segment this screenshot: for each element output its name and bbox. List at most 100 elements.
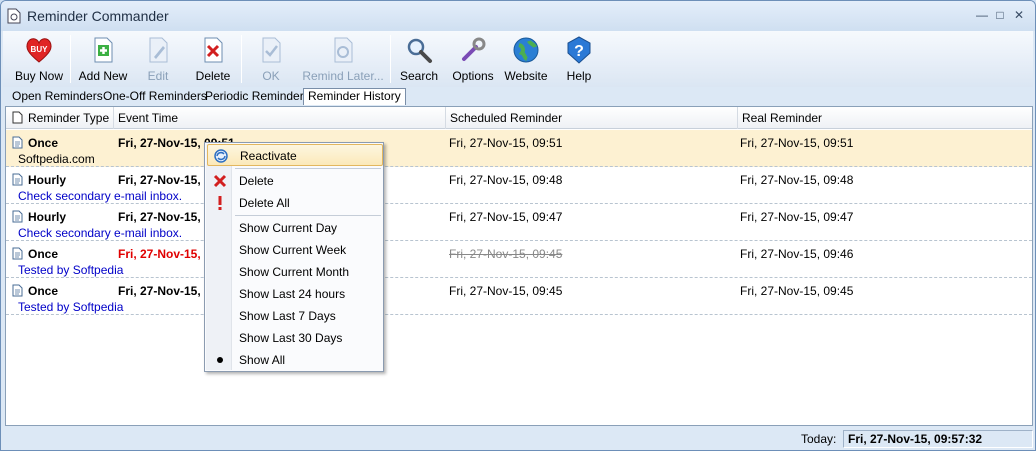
ok-button[interactable]: OK (253, 33, 289, 85)
column-header-scheduled-reminder[interactable]: Scheduled Reminder (446, 107, 738, 129)
table-row[interactable]: Hourly Fri, 27-Nov-15, 09:48 Fri, 27-Nov… (6, 167, 1032, 204)
buy-now-heart-icon: BUY (26, 38, 52, 63)
reminder-description: Check secondary e-mail inbox. (18, 189, 183, 203)
website-button[interactable]: Website (501, 33, 551, 85)
menu-item-show-last-30-days[interactable]: Show Last 30 Days (207, 327, 383, 349)
toolbar-separator (70, 35, 71, 83)
search-label: Search (399, 69, 439, 83)
real-reminder: Fri, 27-Nov-15, 09:51 (740, 136, 854, 150)
menu-item-label: Reactivate (240, 149, 297, 163)
website-label: Website (504, 69, 548, 83)
help-icon: ? (567, 36, 591, 64)
edit-label: Edit (147, 69, 169, 83)
status-bar: Today: Fri, 27-Nov-15, 09:57:32 (3, 429, 1033, 450)
remind-later-button[interactable]: Remind Later... (301, 33, 385, 85)
menu-item-label: Show Current Month (239, 265, 350, 279)
real-reminder: Fri, 27-Nov-15, 09:46 (740, 247, 854, 261)
red-x-icon (213, 174, 227, 188)
menu-item-label: Show Last 7 Days (239, 309, 336, 323)
reminder-doc-icon (12, 210, 23, 223)
tab-periodic-reminders[interactable]: Periodic Reminders (201, 88, 314, 105)
menu-item-label: Show All (239, 353, 286, 367)
column-header-reminder-type[interactable]: Reminder Type (24, 107, 114, 129)
menu-item-delete[interactable]: Delete (207, 170, 383, 192)
tab-open-reminders[interactable]: Open Reminders (8, 88, 107, 105)
column-header-event-time[interactable]: Event Time (114, 107, 446, 129)
reminder-doc-icon (12, 136, 23, 149)
delete-button[interactable]: Delete (191, 33, 235, 85)
reminder-description: Check secondary e-mail inbox. (18, 226, 183, 240)
reminder-description: Softpedia.com (18, 152, 95, 166)
buy-now-button[interactable]: BUY Buy Now (11, 33, 67, 85)
remind-later-label: Remind Later... (302, 69, 384, 83)
minimize-icon[interactable]: — (973, 7, 991, 23)
ok-doc-icon (262, 37, 281, 63)
help-label: Help (566, 69, 592, 83)
menu-item-show-current-day[interactable]: Show Current Day (207, 217, 383, 239)
ok-label: OK (262, 69, 280, 83)
app-doc-icon (7, 8, 21, 24)
table-row[interactable]: Hourly Fri, 27-Nov-15, 09:47 Fri, 27-Nov… (6, 204, 1032, 241)
options-button[interactable]: Options (449, 33, 497, 85)
tab-strip: Open Reminders One-Off Reminders Periodi… (3, 87, 1033, 105)
delete-label: Delete (195, 69, 231, 83)
globe-icon (513, 37, 539, 63)
tab-reminder-history[interactable]: Reminder History (303, 88, 406, 105)
reminder-type: Once (28, 284, 59, 298)
wrench-icon (462, 37, 486, 61)
help-button[interactable]: ? Help (561, 33, 597, 85)
edit-doc-icon (149, 37, 168, 63)
scheduled-reminder: Fri, 27-Nov-15, 09:47 (449, 210, 563, 224)
magnifier-icon (407, 38, 432, 63)
scheduled-reminder: Fri, 27-Nov-15, 09:51 (449, 136, 563, 150)
menu-item-label: Show Current Week (239, 243, 347, 257)
toolbar: BUY Buy Now Add New Edit Delete OK Remin… (3, 31, 1033, 87)
menu-item-show-current-week[interactable]: Show Current Week (207, 239, 383, 261)
menu-item-delete-all[interactable]: Delete All (207, 192, 383, 214)
close-icon[interactable]: ✕ (1010, 7, 1028, 23)
menu-separator (235, 215, 381, 216)
table-row[interactable]: Once Fri, 27-Nov-15, 09:51 Fri, 27-Nov-1… (6, 130, 1032, 167)
reminder-doc-icon (12, 173, 23, 186)
add-new-label: Add New (78, 69, 128, 83)
menu-item-show-current-month[interactable]: Show Current Month (207, 261, 383, 283)
menu-item-reactivate[interactable]: Reactivate (207, 144, 383, 166)
scheduled-reminder: Fri, 27-Nov-15, 09:45 (449, 247, 563, 261)
reactivate-icon (214, 149, 228, 163)
options-label: Options (452, 69, 494, 83)
exclamation-icon (218, 196, 222, 210)
toolbar-separator (390, 35, 391, 83)
reminder-type: Once (28, 136, 59, 150)
edit-button[interactable]: Edit (138, 33, 178, 85)
toolbar-separator (241, 35, 242, 83)
svg-text:?: ? (574, 43, 584, 60)
menu-item-show-all[interactable]: Show All (207, 349, 383, 371)
real-reminder: Fri, 27-Nov-15, 09:48 (740, 173, 854, 187)
column-header-real-reminder[interactable]: Real Reminder (738, 107, 1032, 129)
scheduled-reminder: Fri, 27-Nov-15, 09:45 (449, 284, 563, 298)
menu-item-label: Show Current Day (239, 221, 338, 235)
menu-separator (235, 168, 381, 169)
add-new-button[interactable]: Add New (75, 33, 131, 85)
menu-item-show-last-24-hours[interactable]: Show Last 24 hours (207, 283, 383, 305)
remind-later-doc-icon (334, 37, 353, 63)
reminder-description: Tested by Softpedia (18, 300, 124, 314)
title-bar[interactable]: Reminder Commander — □ ✕ (1, 1, 1035, 31)
reminder-list[interactable]: Reminder Type Event Time Scheduled Remin… (5, 106, 1033, 426)
reminder-doc-icon (12, 247, 23, 260)
list-header: Reminder Type Event Time Scheduled Remin… (6, 107, 1032, 129)
svg-text:BUY: BUY (31, 45, 49, 54)
table-row[interactable]: Once Fri, 27-Nov-15, 09:45 Fri, 27-Nov-1… (6, 278, 1032, 315)
maximize-icon[interactable]: □ (991, 7, 1009, 23)
menu-item-label: Show Last 24 hours (239, 287, 346, 301)
app-window: Reminder Commander — □ ✕ BUY Buy Now Add… (0, 0, 1036, 451)
table-row[interactable]: Once Fri, 27-Nov-15, 09:45 Fri, 27-Nov-1… (6, 241, 1032, 278)
search-button[interactable]: Search (399, 33, 439, 85)
window-title: Reminder Commander (27, 8, 169, 24)
reminder-description: Tested by Softpedia (18, 263, 124, 277)
tab-one-off-reminders[interactable]: One-Off Reminders (99, 88, 211, 105)
reminder-doc-icon (12, 284, 23, 297)
menu-item-show-last-7-days[interactable]: Show Last 7 Days (207, 305, 383, 327)
add-new-doc-icon (94, 37, 113, 63)
menu-item-label: Delete (239, 174, 274, 188)
